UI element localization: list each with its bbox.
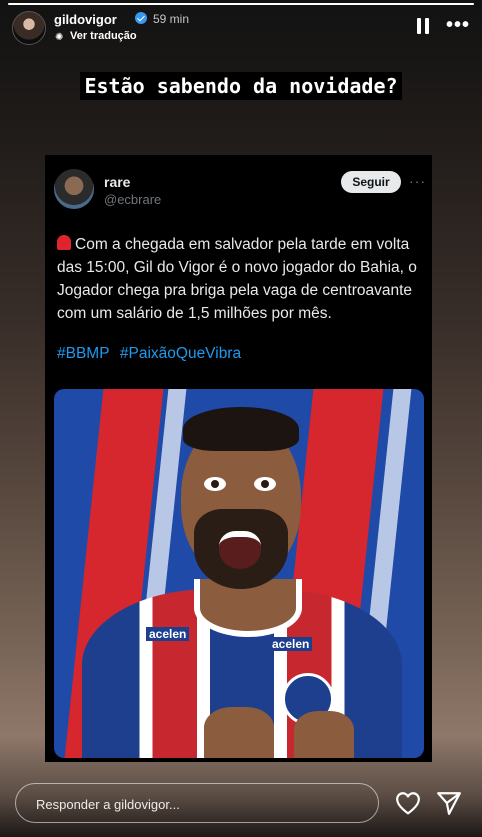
player-hair — [183, 407, 299, 451]
player-mouth — [219, 531, 261, 569]
tweet-card: rare @ecbrare Seguir ··· Com a chegada e… — [45, 155, 432, 762]
tweet-author-handle: @ecbrare — [104, 192, 162, 207]
story-progress-bar — [8, 3, 474, 5]
player-eye — [254, 477, 276, 491]
tweet-more-icon: ··· — [409, 173, 426, 189]
player-hand — [204, 707, 274, 758]
story-progress-fill — [8, 3, 474, 5]
tweet-text-block: Com a chegada em salvador pela tarde em … — [57, 233, 422, 325]
tweet-photo: acelen acelen — [54, 389, 424, 758]
reply-input[interactable] — [34, 784, 368, 824]
tweet-author-name: rare — [104, 174, 131, 190]
hashtag: #PaixãoQueVibra — [119, 345, 242, 362]
story-header: gildovigor 59 min ✺ Ver tradução ••• — [12, 10, 470, 46]
translate-link[interactable]: Ver tradução — [70, 30, 137, 42]
username[interactable]: gildovigor — [54, 12, 117, 27]
avatar[interactable] — [12, 11, 46, 45]
player-eye — [204, 477, 226, 491]
tweet-hashtags: #BBMP #PaixãoQueVibra — [57, 345, 247, 363]
jersey-sponsor: acelen — [269, 637, 313, 651]
hashtag: #BBMP — [57, 345, 110, 362]
tweet-text: Com a chegada em salvador pela tarde em … — [57, 236, 417, 322]
headline-text: Estão sabendo da novidade? — [80, 72, 402, 100]
send-icon[interactable] — [436, 791, 462, 815]
more-options-icon[interactable]: ••• — [446, 15, 470, 35]
story-headline: Estão sabendo da novidade? — [0, 72, 482, 100]
siren-emoji-icon — [57, 235, 71, 250]
player-hand — [294, 711, 354, 758]
pause-icon[interactable] — [416, 18, 430, 34]
verified-badge-icon — [135, 12, 147, 24]
post-time: 59 min — [153, 12, 190, 26]
tweet-avatar — [54, 169, 94, 209]
reply-box[interactable] — [15, 783, 379, 824]
translate-icon: ✺ — [55, 32, 64, 43]
follow-button: Seguir — [341, 171, 401, 193]
jersey-sponsor: acelen — [146, 627, 190, 641]
heart-icon[interactable] — [395, 791, 421, 815]
